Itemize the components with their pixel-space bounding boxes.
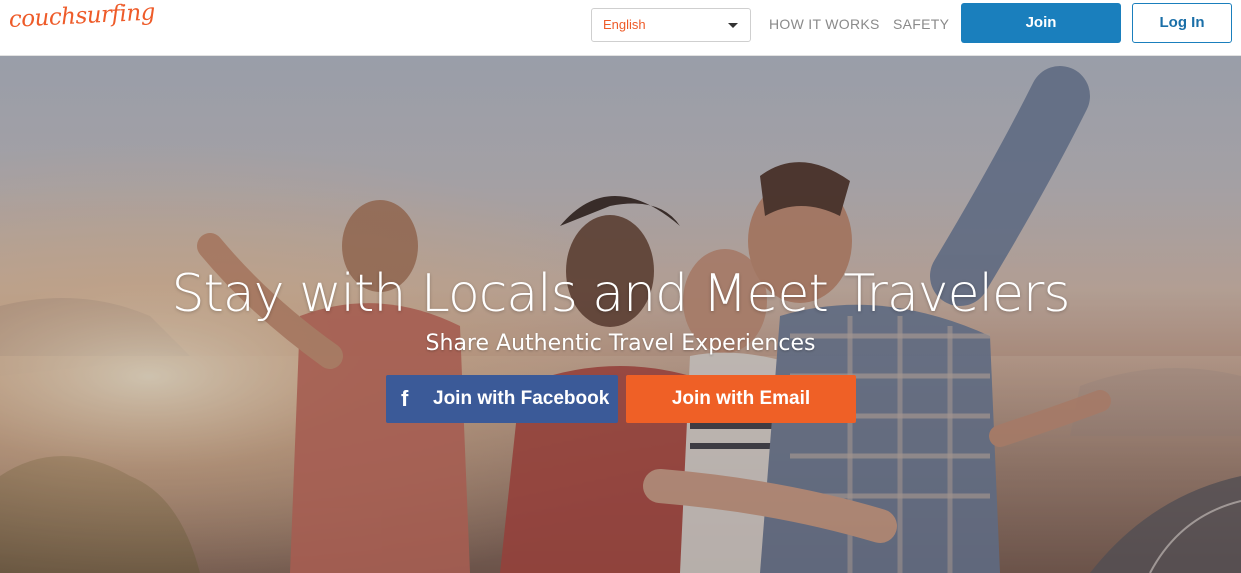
- hero-title: Stay with Locals and Meet Travelers: [171, 264, 1071, 324]
- join-with-email-button[interactable]: Join with Email: [626, 375, 856, 423]
- nav-safety-link[interactable]: SAFETY: [893, 16, 949, 32]
- couchsurfing-logo[interactable]: couchsurfing: [8, 0, 156, 43]
- nav-how-it-works-link[interactable]: HOW IT WORKS: [769, 16, 880, 32]
- join-with-facebook-button[interactable]: f Join with Facebook: [386, 375, 618, 423]
- language-select[interactable]: English: [591, 8, 751, 42]
- language-select-value: English: [603, 17, 646, 32]
- join-with-facebook-label: Join with Facebook: [433, 388, 610, 409]
- login-button[interactable]: Log In: [1132, 3, 1232, 43]
- chevron-down-icon: [728, 23, 738, 28]
- top-navigation-bar: couchsurfing English HOW IT WORKS SAFETY…: [0, 0, 1241, 56]
- facebook-icon: f: [401, 386, 409, 411]
- join-button[interactable]: Join: [961, 3, 1121, 43]
- hero-section: Stay with Locals and Meet Travelers Shar…: [0, 56, 1241, 573]
- hero-subtitle: Share Authentic Travel Experiences: [425, 331, 816, 356]
